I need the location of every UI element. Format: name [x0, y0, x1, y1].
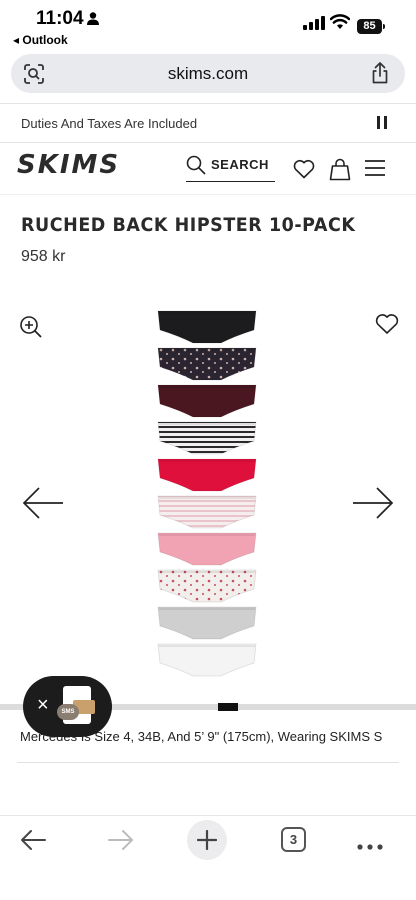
swatch-heather-grey: [157, 606, 257, 640]
tabs-button[interactable]: 3: [281, 827, 306, 852]
menu-icon[interactable]: [364, 159, 386, 182]
plus-icon: [197, 830, 217, 850]
swatch-pink: [157, 532, 257, 566]
share-icon[interactable]: [371, 62, 389, 89]
swatch-black: [157, 310, 257, 344]
wifi-icon: [329, 14, 351, 35]
divider: [0, 142, 416, 143]
swatch-black-print: [157, 347, 257, 381]
swatch-pink-stripe: [157, 495, 257, 529]
swatch-red: [157, 458, 257, 492]
swatch-burgundy: [157, 384, 257, 418]
battery-indicator: 85: [357, 19, 382, 34]
status-bar: 11:04 ◂ Outlook 85: [0, 0, 416, 52]
divider: [0, 815, 416, 816]
close-icon[interactable]: ×: [37, 694, 49, 717]
address-bar[interactable]: skims.com: [11, 54, 405, 93]
new-tab-button[interactable]: [187, 820, 227, 860]
person-icon: [87, 12, 99, 30]
zoom-in-icon[interactable]: [19, 315, 43, 344]
url-text[interactable]: skims.com: [11, 64, 405, 84]
forward-icon[interactable]: [108, 829, 134, 856]
search-icon: [186, 155, 206, 175]
swatch-white: [157, 643, 257, 677]
status-time: 11:04: [36, 8, 84, 29]
heart-icon[interactable]: [293, 159, 315, 184]
signal-icon: [303, 16, 325, 35]
divider: [0, 103, 416, 104]
site-logo[interactable]: SKIMS: [17, 150, 120, 180]
back-to-app-link[interactable]: ◂ Outlook: [13, 33, 68, 47]
arrow-left-icon[interactable]: [22, 486, 64, 525]
pause-icon[interactable]: [377, 116, 389, 129]
bag-icon[interactable]: [329, 157, 351, 186]
arrow-right-icon[interactable]: [352, 486, 394, 525]
wishlist-heart-icon[interactable]: [375, 313, 399, 340]
swatch-black-stripe: [157, 421, 257, 455]
announcement-text: Duties And Taxes Are Included: [21, 116, 198, 131]
divider: [17, 762, 399, 763]
sms-chat-widget[interactable]: × SMS: [23, 676, 112, 737]
divider: [0, 194, 416, 195]
search-button[interactable]: SEARCH: [186, 154, 275, 182]
swatch-white-cherry: [157, 569, 257, 603]
battery-tip: [383, 24, 385, 29]
search-label: SEARCH: [211, 157, 269, 172]
back-icon[interactable]: [20, 829, 46, 856]
gallery-scroll-thumb[interactable]: [218, 703, 238, 711]
sms-badge: SMS: [57, 704, 79, 720]
product-price: 958 kr: [21, 248, 66, 265]
more-icon[interactable]: [357, 837, 383, 855]
product-title: RUCHED BACK HIPSTER 10-PACK: [21, 214, 356, 236]
